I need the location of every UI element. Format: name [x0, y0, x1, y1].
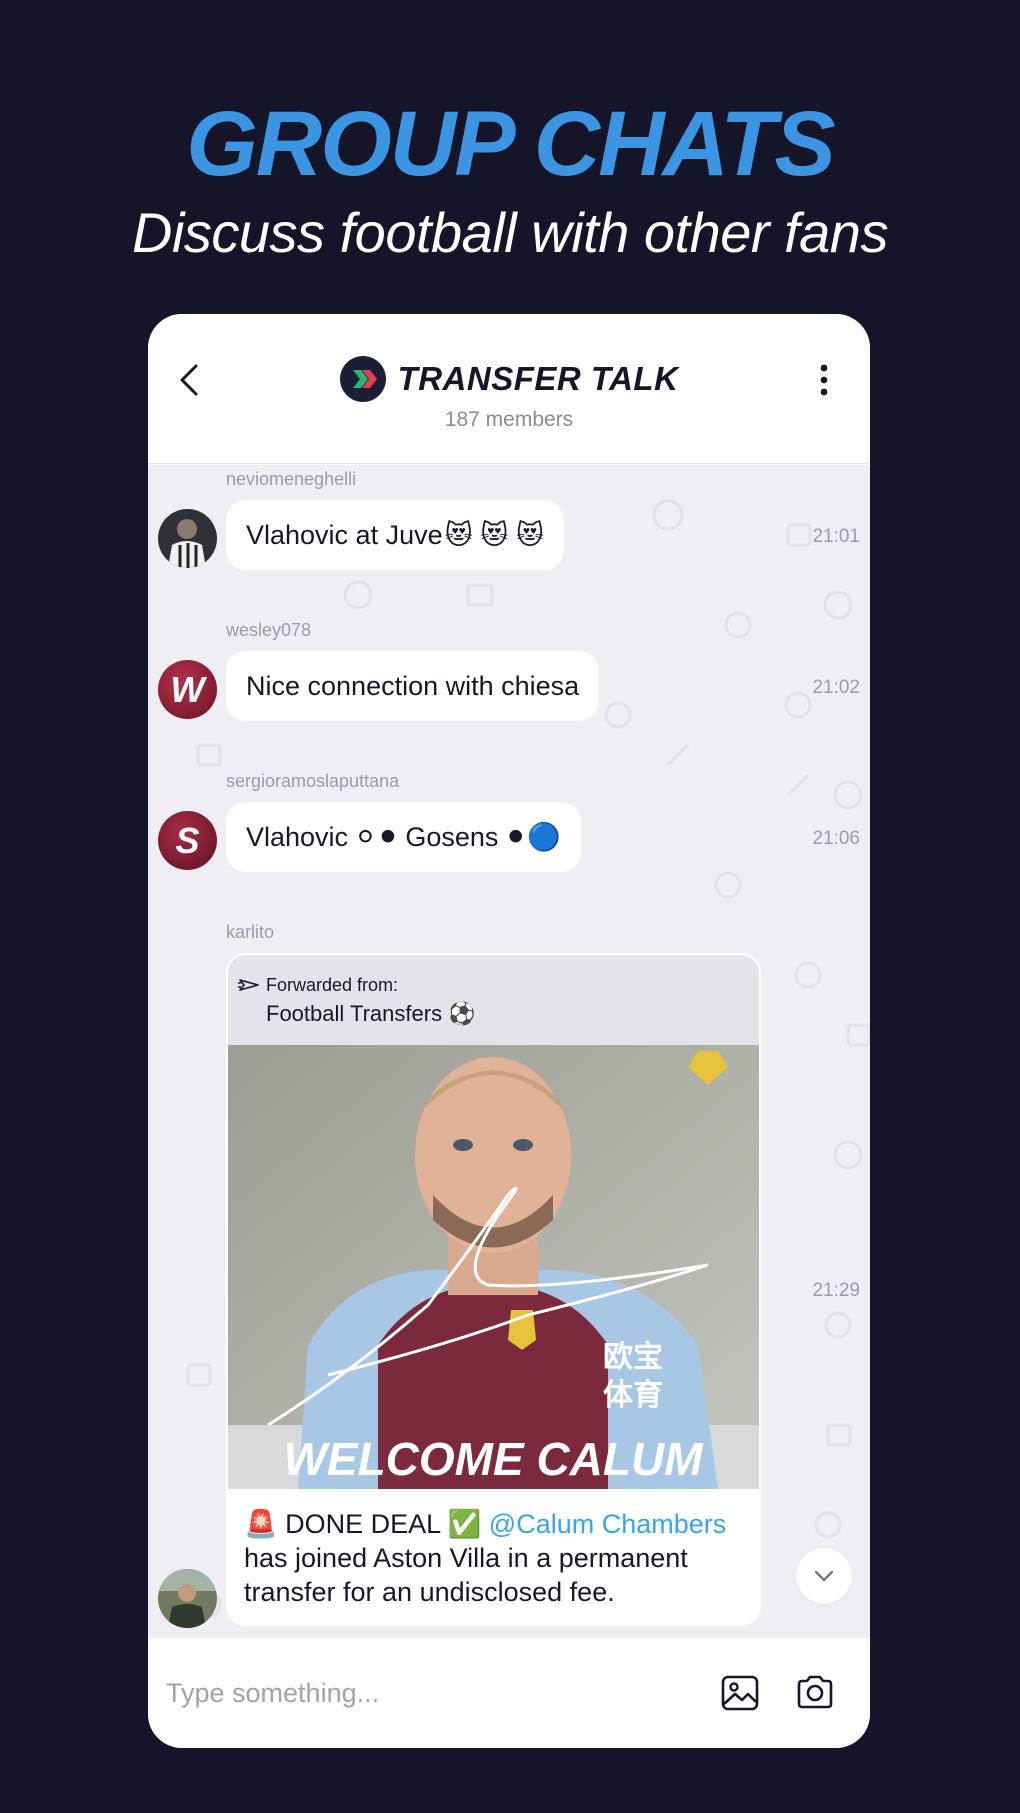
promo-headline: GROUP CHATS [186, 93, 836, 195]
message-username: wesley078 [226, 620, 312, 640]
forward-icon [238, 979, 259, 991]
avatar[interactable] [158, 509, 217, 568]
message-caption: 🚨 DONE DEAL ✅ @Calum Chambers has joined… [244, 1507, 749, 1609]
message-time: 21:06 [812, 828, 860, 849]
message-time: 21:29 [812, 1280, 860, 1301]
forwarded-header[interactable]: Forwarded from: Football Transfers ⚽ [228, 955, 759, 1045]
group-logo-icon [339, 356, 386, 402]
message-username: neviomeneghelli [226, 469, 357, 489]
avatar-initial: W [170, 668, 205, 710]
promo-subheadline: Discuss football with other fans [132, 201, 888, 264]
message-username: sergioramoslaputtana [226, 771, 400, 791]
message-emoji: 😻 😻 😻 [444, 519, 545, 550]
member-count: 187 members [444, 408, 574, 431]
message-list[interactable]: neviomeneghelli Vlahovic at Juve 😻 😻 😻 2… [148, 465, 870, 1638]
message-emoji: ⚪⚫ [354, 821, 400, 852]
message-text-part: Vlahovic [246, 821, 349, 852]
image-icon[interactable] [720, 1674, 760, 1712]
message-input[interactable] [166, 1666, 666, 1720]
transfer-announcement-image[interactable]: 欧宝 体育 WELCOME CALUM [228, 1045, 759, 1489]
forwarded-label: Forwarded from: [266, 975, 399, 995]
svg-text:欧宝: 欧宝 [603, 1340, 663, 1375]
scroll-down-button[interactable] [796, 1548, 852, 1604]
message-time: 21:02 [812, 677, 860, 698]
image-caption-text: WELCOME CALUM [283, 1433, 704, 1485]
phone-screen: TRANSFER TALK 187 members neviomeneghell… [148, 314, 870, 1748]
avatar[interactable] [158, 1569, 217, 1628]
message-bubble[interactable]: Vlahovic ⚪⚫ Gosens ⚫🔵 [226, 802, 581, 872]
message-text: Nice connection with chiesa [246, 670, 580, 701]
camera-icon[interactable] [796, 1674, 834, 1710]
message-bubble[interactable]: Vlahovic at Juve 😻 😻 😻 [226, 500, 565, 570]
more-vertical-icon[interactable] [818, 362, 830, 398]
avatar-initial: S [175, 819, 200, 861]
caption-body: has joined Aston Villa in a permanent tr… [244, 1543, 688, 1607]
chat-title: TRANSFER TALK [397, 360, 679, 397]
chat-title-row[interactable]: TRANSFER TALK [148, 356, 870, 402]
chevron-down-icon [814, 1570, 834, 1582]
chat-header: TRANSFER TALK 187 members [148, 314, 870, 464]
avatar[interactable]: S [158, 811, 217, 870]
avatar[interactable]: W [158, 660, 217, 719]
message-text: Vlahovic at Juve [246, 519, 443, 550]
message-emoji: ⚫🔵 [504, 822, 561, 852]
svg-text:体育: 体育 [603, 1378, 663, 1413]
message-text-part: Gosens [405, 821, 499, 852]
message-composer [148, 1638, 870, 1748]
message-time: 21:01 [812, 526, 860, 547]
mention-link[interactable]: @Calum Chambers [489, 1509, 726, 1539]
forwarded-source: Football Transfers ⚽ [266, 1001, 476, 1026]
caption-prefix: 🚨 DONE DEAL ✅ [244, 1509, 482, 1539]
message-bubble[interactable]: Nice connection with chiesa [226, 651, 600, 721]
message-username: karlito [226, 922, 275, 942]
forwarded-message-card[interactable]: Forwarded from: Football Transfers ⚽ 欧宝 … [226, 953, 761, 1626]
